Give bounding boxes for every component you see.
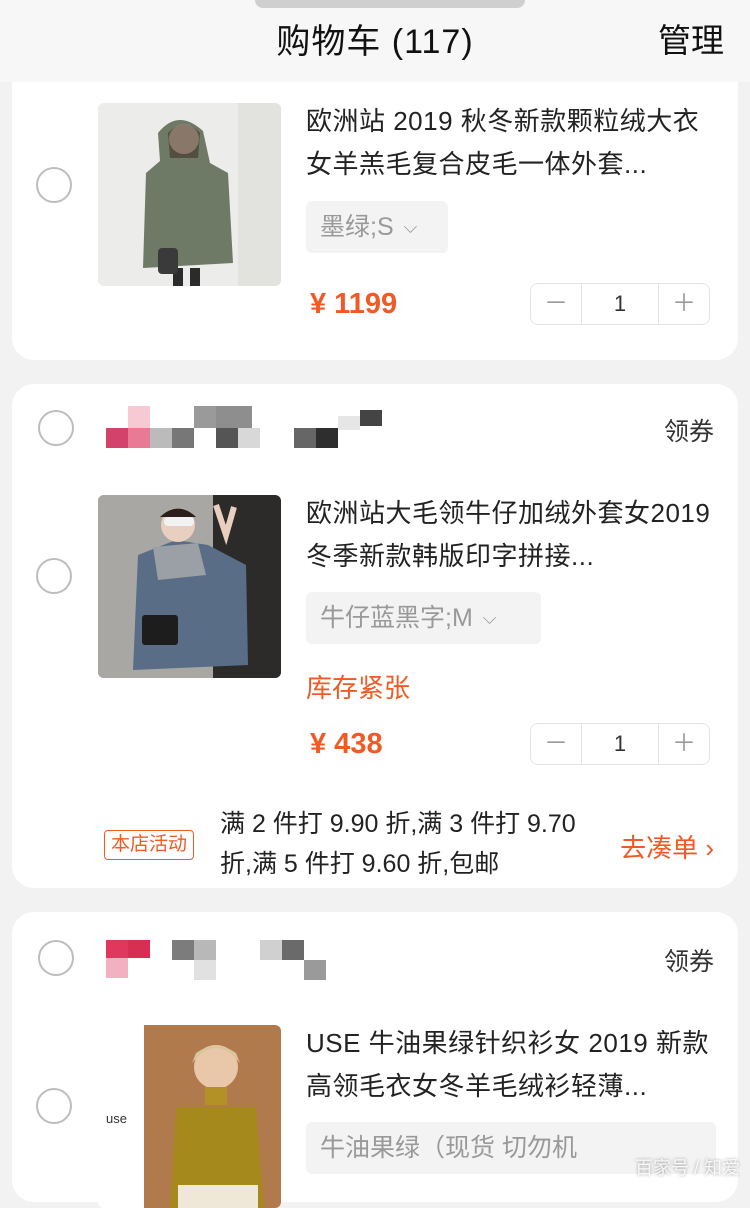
shop-select-radio[interactable] (38, 940, 74, 976)
product-photo-coat (98, 103, 281, 286)
product-photo-denim-jacket (98, 495, 281, 678)
chevron-down-icon: ⌵ (482, 608, 497, 628)
shop-select-radio[interactable] (38, 410, 74, 446)
quantity-stepper: － 1 ＋ (530, 723, 710, 765)
watermark: 百家号 / 知爱 (634, 1158, 740, 1178)
brand-text: use (106, 1111, 127, 1126)
chevron-down-icon: ⌵ (403, 217, 418, 237)
item-select-radio[interactable] (36, 558, 72, 594)
sku-selector[interactable]: 墨绿;S ⌵ (306, 201, 448, 253)
shop-card: 领券 欧洲站大毛领牛仔加绒外套女2019 冬季新款韩版印字拼接... 牛仔蓝黑字… (12, 384, 738, 888)
status-bar-handle (255, 0, 525, 8)
product-price: ¥ 438 (310, 728, 383, 760)
increase-button[interactable]: ＋ (659, 284, 709, 324)
page-title: 购物车 (117) (276, 23, 474, 61)
item-select-radio[interactable] (36, 1088, 72, 1124)
increase-button[interactable]: ＋ (659, 724, 709, 764)
promo-text: 满 2 件打 9.90 折,满 3 件打 9.70 折,满 5 件打 9.60 … (220, 810, 576, 878)
product-title[interactable]: 欧洲站大毛领牛仔加绒外套女2019 冬季新款韩版印字拼接... (306, 492, 716, 578)
quantity-value[interactable]: 1 (581, 724, 659, 764)
shop-name-pixelated[interactable] (106, 406, 396, 450)
product-image[interactable] (98, 103, 281, 286)
quantity-stepper: － 1 ＋ (530, 283, 710, 325)
quantity-value[interactable]: 1 (581, 284, 659, 324)
decrease-button[interactable]: － (531, 284, 581, 324)
promo-tag: 本店活动 (104, 830, 195, 860)
sku-label: 墨绿;S (320, 213, 394, 241)
sku-selector[interactable]: 牛仔蓝黑字;M ⌵ (306, 592, 541, 644)
shop-card: 领券 use USE 牛油果绿针织衫女 2019 新款高领毛衣女冬羊毛绒衫轻薄.… (12, 912, 738, 1208)
product-image[interactable]: use (98, 1025, 281, 1208)
product-title[interactable]: 欧洲站 2019 秋冬新款颗粒绒大衣女羊羔毛复合皮毛一体外套... (306, 100, 716, 186)
decrease-button[interactable]: － (531, 724, 581, 764)
cart-header: 购物车 (117) 管理 (0, 0, 750, 82)
coupon-button[interactable]: 领券 (664, 412, 714, 448)
sku-label: 牛仔蓝黑字;M (320, 604, 473, 632)
product-image[interactable] (98, 495, 281, 678)
sku-label: 牛油果绿（现货 切勿机 (320, 1134, 577, 1162)
add-more-link[interactable]: 去凑单 › (620, 828, 714, 865)
product-title[interactable]: USE 牛油果绿针织衫女 2019 新款高领毛衣女冬羊毛绒衫轻薄... (306, 1022, 716, 1108)
stock-warning: 库存紧张 (306, 673, 411, 703)
manage-button[interactable]: 管理 (658, 14, 724, 62)
shop-name-pixelated[interactable] (106, 940, 336, 984)
cart-item-card: 欧洲站 2019 秋冬新款颗粒绒大衣女羊羔毛复合皮毛一体外套... 墨绿;S ⌵ … (12, 70, 738, 360)
product-price: ¥ 1199 (310, 288, 398, 320)
coupon-button[interactable]: 领券 (664, 942, 714, 978)
item-select-radio[interactable] (36, 167, 72, 203)
